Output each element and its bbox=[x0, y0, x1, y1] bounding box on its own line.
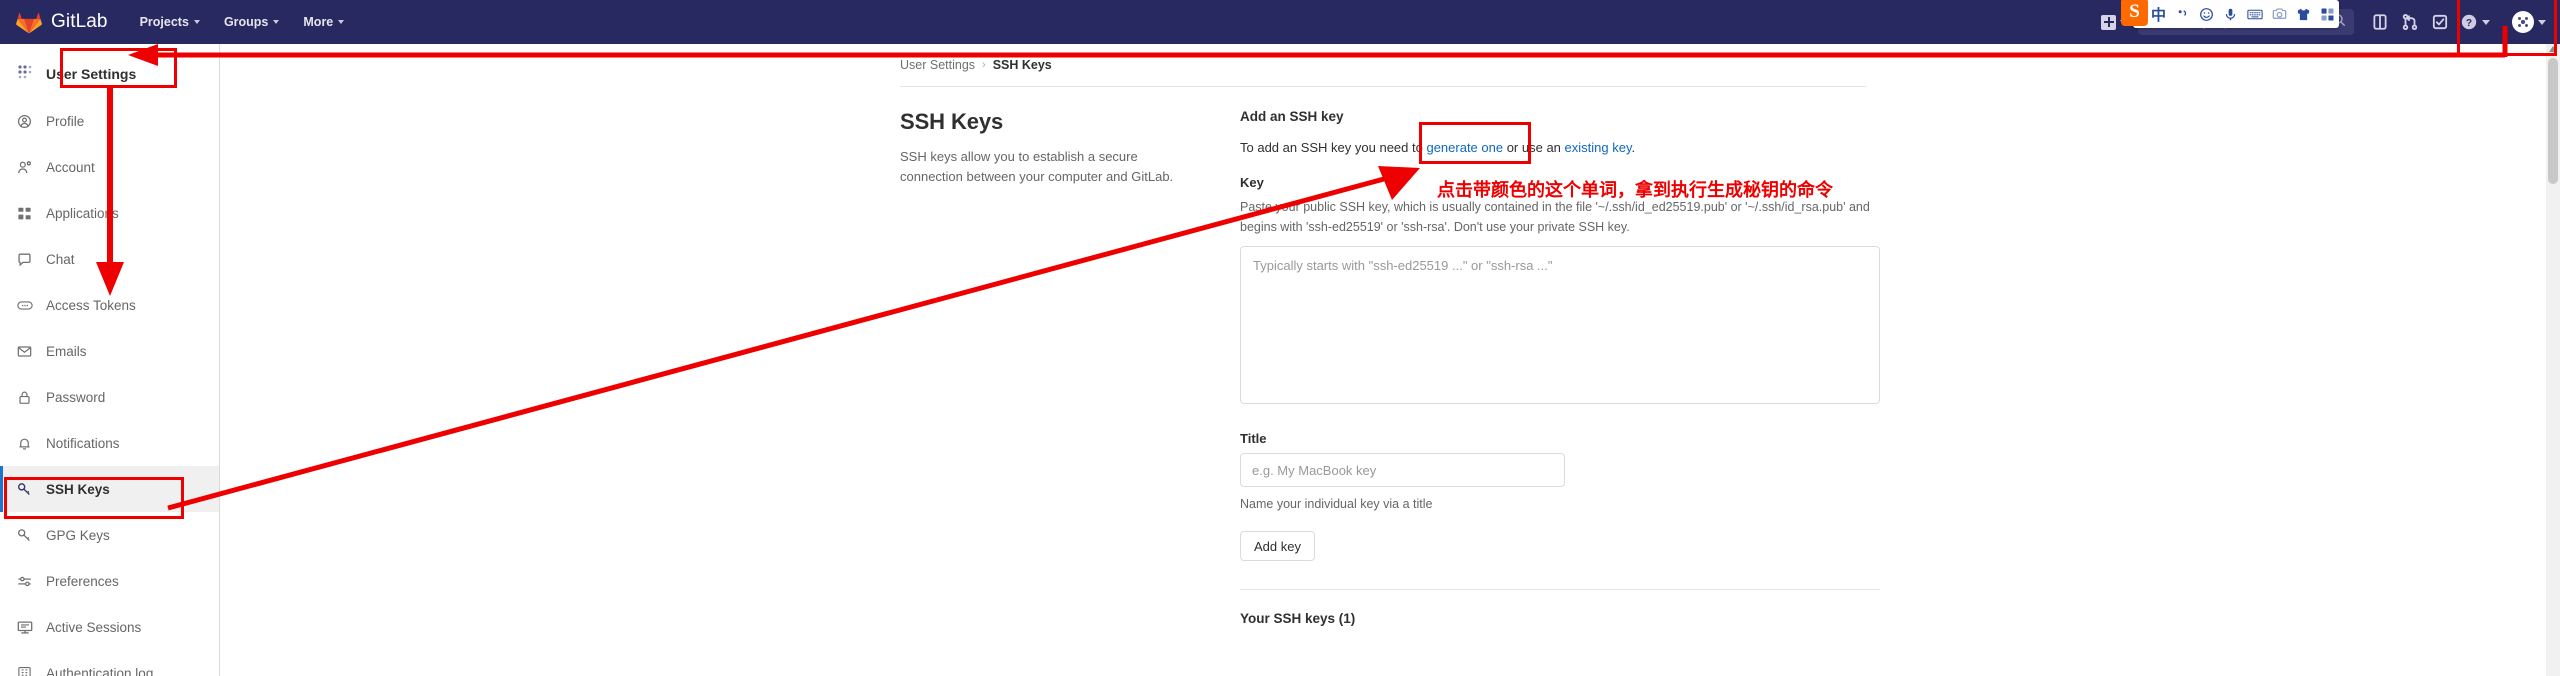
form-bottom-divider bbox=[1240, 589, 1880, 590]
sidebar-item-applications[interactable]: Applications bbox=[0, 190, 219, 236]
ssh-key-textarea[interactable] bbox=[1240, 246, 1880, 404]
sogou-logo-icon[interactable]: S bbox=[2121, 0, 2148, 26]
sidebar-item-label: Profile bbox=[46, 113, 85, 129]
form-intro-before: To add an SSH key you need to bbox=[1240, 140, 1427, 155]
your-ssh-keys-heading: Your SSH keys (1) bbox=[1240, 611, 1356, 626]
sidebar-item-label: Chat bbox=[46, 251, 75, 267]
microphone-icon[interactable] bbox=[2223, 7, 2238, 22]
sidebar-item-label: Emails bbox=[46, 343, 87, 359]
sidebar-item-preferences[interactable]: Preferences bbox=[0, 558, 219, 604]
main-content: User Settings › SSH Keys SSH Keys SSH ke… bbox=[220, 44, 2546, 676]
todos-checkbox-icon[interactable] bbox=[2426, 8, 2454, 36]
plus-square-icon bbox=[2101, 14, 2116, 30]
page-description: SSH keys allow you to establish a secure… bbox=[900, 149, 1174, 184]
existing-key-link[interactable]: existing key bbox=[1565, 140, 1632, 155]
sidebar-item-notifications[interactable]: Notifications bbox=[0, 420, 219, 466]
screenshot-icon[interactable] bbox=[2272, 7, 2287, 22]
nav-projects-label: Projects bbox=[139, 15, 189, 29]
add-key-button[interactable]: Add key bbox=[1240, 531, 1315, 561]
page-scrollbar[interactable] bbox=[2546, 44, 2560, 676]
profile-icon bbox=[16, 114, 33, 129]
sidebar-item-label: Notifications bbox=[46, 435, 120, 451]
emails-envelope-icon bbox=[16, 344, 33, 359]
form-intro: To add an SSH key you need to generate o… bbox=[1240, 140, 1880, 155]
skin-shirt-icon[interactable] bbox=[2296, 7, 2311, 22]
account-icon bbox=[16, 160, 33, 175]
user-settings-sidebar: User Settings Profile Account Applicatio… bbox=[0, 44, 220, 676]
sidebar-item-label: GPG Keys bbox=[46, 527, 110, 543]
gitlab-tanuki-logo[interactable] bbox=[16, 9, 42, 35]
navbar-left-group: GitLab Projects Groups More bbox=[0, 0, 368, 44]
sidebar-item-emails[interactable]: Emails bbox=[0, 328, 219, 374]
settings-columns: SSH Keys SSH keys allow you to establish… bbox=[220, 87, 2546, 626]
breadcrumb-separator: › bbox=[982, 59, 986, 71]
applications-icon bbox=[16, 206, 33, 221]
title-field-label: Title bbox=[1240, 431, 1267, 446]
password-lock-icon bbox=[16, 390, 33, 405]
merge-requests-icon[interactable] bbox=[2396, 8, 2424, 36]
sogou-ime-toolbar[interactable]: S 中 bbox=[2121, 0, 2340, 28]
sidebar-item-label: Access Tokens bbox=[46, 297, 136, 313]
chinese-mode-icon[interactable]: 中 bbox=[2151, 4, 2166, 25]
ssh-keys-sidebar-highlight-box bbox=[4, 477, 184, 519]
sidebar-item-label: Applications bbox=[46, 205, 119, 221]
nav-groups[interactable]: Groups bbox=[223, 15, 280, 29]
punctuation-icon[interactable] bbox=[2175, 7, 2190, 22]
chevron-down-icon bbox=[338, 20, 345, 24]
toolbox-grid-icon[interactable] bbox=[2320, 7, 2335, 22]
nav-groups-label: Groups bbox=[223, 15, 269, 29]
preferences-sliders-icon bbox=[16, 574, 33, 589]
soft-keyboard-icon[interactable] bbox=[2247, 7, 2263, 22]
chinese-annotation-text: 点击带颜色的这个单词，拿到执行生成秘钥的命令 bbox=[1437, 180, 1833, 201]
authentication-log-icon bbox=[16, 666, 33, 676]
form-heading: Add an SSH key bbox=[1240, 109, 1344, 124]
form-intro-after: . bbox=[1631, 140, 1636, 155]
ssh-key-title-input[interactable] bbox=[1240, 453, 1565, 487]
user-settings-highlight-box bbox=[60, 48, 177, 88]
active-sessions-monitor-icon bbox=[16, 620, 33, 635]
chevron-down-icon bbox=[273, 20, 280, 24]
sidebar-active-indicator bbox=[0, 466, 3, 512]
avatar-menu-highlight-box bbox=[2457, 0, 2557, 56]
breadcrumb-root[interactable]: User Settings bbox=[900, 58, 975, 72]
title-field-help: Name your individual key via a title bbox=[1240, 497, 1433, 511]
scrollbar-thumb[interactable] bbox=[2548, 58, 2558, 184]
sidebar-item-label: Authentication log bbox=[46, 665, 154, 676]
sidebar-item-label: Password bbox=[46, 389, 106, 405]
gitlab-wordmark: GitLab bbox=[51, 11, 108, 32]
sidebar-item-password[interactable]: Password bbox=[0, 374, 219, 420]
sidebar-item-account[interactable]: Account bbox=[0, 144, 219, 190]
generate-one-link-highlight-box bbox=[1419, 122, 1531, 164]
sidebar-item-access-tokens[interactable]: Access Tokens bbox=[0, 282, 219, 328]
gpg-key-icon bbox=[16, 528, 33, 543]
page-root: GitLab Projects Groups More Search or ju… bbox=[0, 0, 2560, 676]
sidebar-item-authentication-log[interactable]: Authentication log bbox=[0, 650, 219, 676]
breadcrumb: User Settings › SSH Keys bbox=[220, 44, 2546, 72]
sidebar-item-chat[interactable]: Chat bbox=[0, 236, 219, 282]
nav-more-label: More bbox=[303, 15, 334, 29]
notifications-bell-icon bbox=[16, 436, 33, 451]
sidebar-item-label: Preferences bbox=[46, 573, 119, 589]
chat-icon bbox=[16, 252, 33, 267]
chevron-down-icon bbox=[193, 20, 200, 24]
sidebar-item-label: Active Sessions bbox=[46, 619, 142, 635]
key-field-help: Paste your public SSH key, which is usua… bbox=[1240, 200, 1870, 234]
ssh-keys-info-column: SSH Keys SSH keys allow you to establish… bbox=[900, 109, 1182, 626]
page-title: SSH Keys bbox=[900, 109, 1004, 134]
access-tokens-icon bbox=[16, 298, 33, 313]
emoji-smiley-icon[interactable] bbox=[2199, 7, 2214, 22]
issues-icon[interactable] bbox=[2366, 8, 2394, 36]
sidebar-item-label: Account bbox=[46, 159, 95, 175]
sidebar-item-profile[interactable]: Profile bbox=[0, 98, 219, 144]
breadcrumb-current: SSH Keys bbox=[992, 58, 1052, 72]
nav-projects[interactable]: Projects bbox=[140, 15, 200, 29]
nav-more[interactable]: More bbox=[303, 15, 345, 29]
user-settings-grid-icon bbox=[16, 63, 34, 86]
sidebar-item-active-sessions[interactable]: Active Sessions bbox=[0, 604, 219, 650]
